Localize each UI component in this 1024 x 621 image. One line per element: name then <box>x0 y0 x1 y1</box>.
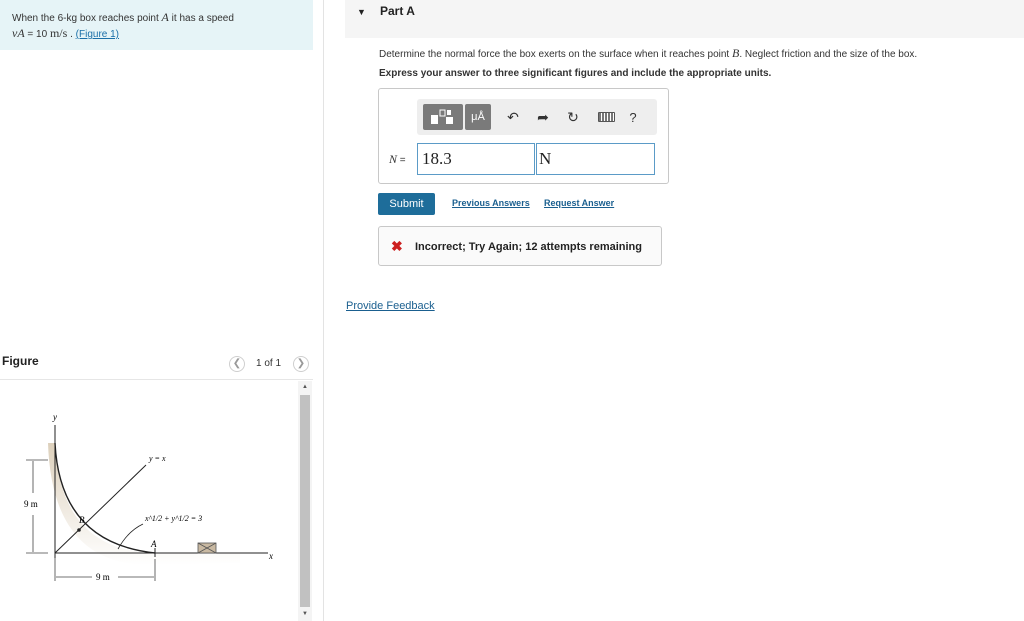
label-y-axis: y <box>52 412 57 422</box>
mass-value: 6-kg <box>57 13 78 24</box>
problem-line-1: When the 6-kg box reaches point A it has… <box>12 10 234 24</box>
scroll-down-icon[interactable]: ▼ <box>298 607 312 621</box>
figure-header: Figure ❮ 1 of 1 ❯ <box>0 352 313 380</box>
point-b-dot <box>77 528 81 532</box>
feedback-text: Incorrect; Try Again; 12 attempts remain… <box>415 241 642 253</box>
figure-title: Figure <box>2 354 39 368</box>
instruction-text: Express your answer to three significant… <box>379 68 772 79</box>
question-text: Determine the normal force the box exert… <box>379 46 918 60</box>
redo-icon[interactable]: ➦ <box>532 104 554 130</box>
part-title: Part A <box>380 4 415 18</box>
figure-link[interactable]: (Figure 1) <box>76 29 119 40</box>
speed-unit: m/s <box>49 26 68 40</box>
chevron-left-icon: ❮ <box>232 358 242 369</box>
label-curve-equation: x^1/2 + y^1/2 = 3 <box>144 514 202 523</box>
request-answer-link[interactable]: Request Answer <box>544 198 614 208</box>
figure-scrollbar[interactable]: ▲ ▼ <box>298 381 312 621</box>
keyboard-icon[interactable] <box>593 104 619 130</box>
provide-feedback-link[interactable]: Provide Feedback <box>346 300 435 312</box>
problem-line-2: vA = 10 m/s . (Figure 1) <box>12 26 120 40</box>
column-divider <box>323 0 324 621</box>
scrollbar-thumb[interactable] <box>300 395 310 607</box>
label-width-dimension: 9 m <box>96 572 110 582</box>
figure-image: y x y = x x^1/2 + y^1/2 = 3 B A 9 m 9 m <box>0 381 298 621</box>
submit-button[interactable]: Submit <box>378 193 435 215</box>
templates-button[interactable] <box>423 104 463 130</box>
math-toolbar: μÅ ↶ ➦ ↻ ? <box>417 99 657 135</box>
previous-figure-button[interactable]: ❮ <box>229 356 245 372</box>
point-label: A <box>161 10 169 24</box>
previous-answers-link[interactable]: Previous Answers <box>452 198 530 208</box>
label-height-dimension: 9 m <box>24 499 38 509</box>
problem-statement: When the 6-kg box reaches point A it has… <box>0 0 313 50</box>
chevron-right-icon: ❯ <box>296 358 306 369</box>
label-x-axis: x <box>268 551 273 561</box>
answer-label: N = <box>389 152 406 166</box>
answer-panel: μÅ ↶ ➦ ↻ ? N = 18.3 N <box>378 88 669 184</box>
scroll-up-icon[interactable]: ▲ <box>298 381 312 393</box>
collapse-triangle-icon[interactable]: ▼ <box>357 7 366 17</box>
answer-variable: N <box>389 152 398 166</box>
speed-symbol: vA <box>12 26 25 40</box>
templates-icon <box>431 109 453 124</box>
label-y-equals-x: y = x <box>148 454 166 463</box>
curve-path <box>54 442 156 554</box>
part-header[interactable]: ▼ Part A <box>345 0 1024 38</box>
help-button[interactable]: ? <box>622 104 644 130</box>
undo-icon[interactable]: ↶ <box>502 104 524 130</box>
answer-value-field[interactable]: 18.3 <box>417 143 535 175</box>
label-point-b: B <box>79 515 85 525</box>
feedback-message: ✖ Incorrect; Try Again; 12 attempts rema… <box>378 226 662 266</box>
units-button[interactable]: μÅ <box>465 104 491 130</box>
reset-icon[interactable]: ↻ <box>562 104 584 130</box>
next-figure-button[interactable]: ❯ <box>293 356 309 372</box>
label-point-a: A <box>150 539 157 549</box>
figure-pager: 1 of 1 <box>256 358 282 369</box>
error-x-icon: ✖ <box>391 238 403 254</box>
figure-diagram: y x y = x x^1/2 + y^1/2 = 3 B A 9 m 9 m <box>24 412 273 582</box>
answer-unit-field[interactable]: N <box>536 143 655 175</box>
